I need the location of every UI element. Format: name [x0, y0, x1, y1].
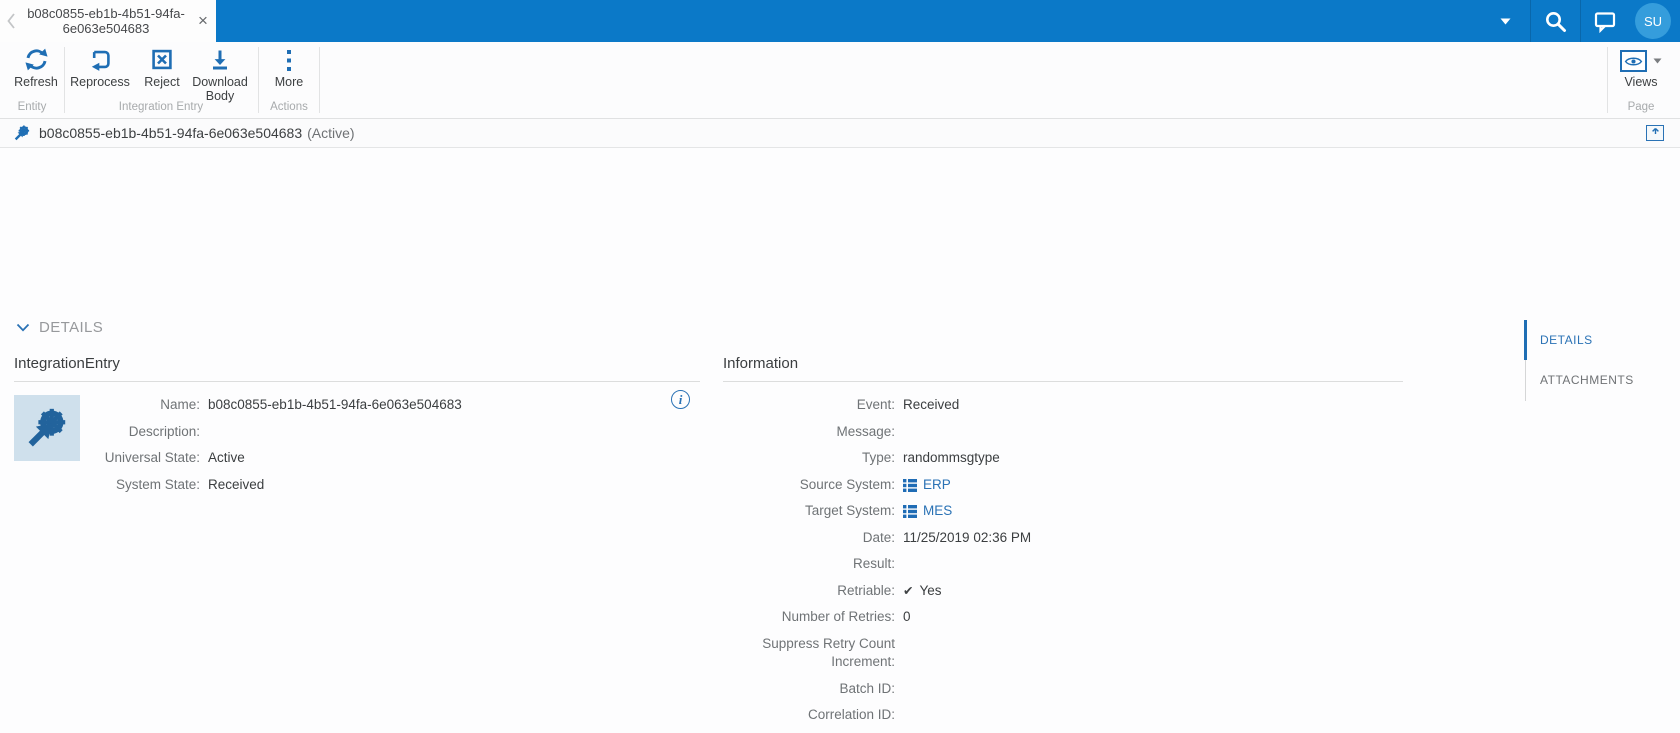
field-row: Result:	[852, 556, 895, 571]
field-row: Date: 11/25/2019 02:36 PM	[723, 529, 1403, 548]
field-row: Retriable: ✔ Yes	[723, 582, 1403, 601]
eye-icon	[1620, 50, 1647, 72]
field-value: Active	[208, 450, 245, 465]
field-value: 11/25/2019 02:36 PM	[903, 529, 1032, 545]
field-row: Batch ID:	[839, 680, 895, 696]
collapse-header-icon[interactable]	[1646, 125, 1664, 141]
toolbar-group-divider	[319, 47, 320, 113]
reject-button[interactable]: Reject	[136, 46, 188, 90]
entity-title: b08c0855-eb1b-4b51-94fa-6e063e504683	[39, 125, 303, 141]
check-icon: ✔	[903, 583, 914, 598]
field-row: Suppress Retry Count Increment:	[762, 635, 895, 670]
integration-entry-panel: IntegrationEntry Name: b08c0855-eb1b-4b5…	[14, 355, 700, 502]
integration-entry-icon	[13, 124, 31, 142]
information-panel: Information Event: Received Message: Typ…	[723, 355, 1403, 733]
field-value: 0	[903, 609, 911, 624]
caret-down-icon	[1500, 18, 1510, 24]
field-row: Type: randommsgtype	[723, 449, 1403, 468]
feedback-button[interactable]	[1580, 0, 1630, 42]
field-value: Received	[903, 397, 960, 412]
field-row: System State: Received	[92, 476, 700, 495]
details-section-toggle[interactable]: DETAILS	[16, 319, 103, 336]
field-row: Target System: MES	[723, 502, 1403, 521]
details-section-title: DETAILS	[39, 319, 104, 336]
group-caption-actions: Actions	[270, 101, 308, 113]
entity-tab[interactable]: b08c0855-eb1b-4b51-94fa-6e063e504683 ×	[0, 0, 216, 42]
entity-header-bar: b08c0855-eb1b-4b51-94fa-6e063e504683 (Ac…	[0, 119, 1680, 148]
download-body-button[interactable]: Download Body	[188, 46, 252, 103]
reprocess-button[interactable]: Reprocess	[64, 46, 136, 90]
field-value: randommsgtype	[903, 450, 1000, 465]
info-icon[interactable]: i	[671, 390, 690, 409]
group-caption-page: Page	[1627, 101, 1655, 113]
back-chevron-icon[interactable]	[0, 0, 22, 42]
chat-bubble-icon	[1594, 11, 1616, 33]
integration-entry-icon	[24, 405, 70, 451]
reject-icon	[150, 46, 174, 72]
panel-title: Information	[723, 355, 1403, 382]
field-value: b08c0855-eb1b-4b51-94fa-6e063e504683	[208, 397, 462, 412]
more-ellipsis-icon	[286, 46, 292, 72]
group-caption-entity: Entity	[17, 101, 47, 113]
chevron-down-icon	[16, 323, 30, 332]
system-list-icon	[903, 505, 917, 518]
more-button[interactable]: More	[259, 46, 319, 90]
active-section-indicator	[1524, 320, 1527, 360]
target-system-link[interactable]: MES	[923, 502, 952, 521]
group-caption-integration-entry: Integration Entry	[118, 101, 204, 113]
caret-down-icon[interactable]	[1653, 58, 1662, 64]
field-value: Received	[208, 476, 265, 492]
download-icon	[208, 46, 232, 72]
views-button[interactable]: Views	[1608, 46, 1674, 90]
top-app-bar: b08c0855-eb1b-4b51-94fa-6e063e504683 × S…	[0, 0, 1680, 42]
panel-title: IntegrationEntry	[14, 355, 700, 382]
system-list-icon	[903, 478, 917, 492]
field-row: Description:	[128, 423, 200, 439]
close-tab-icon[interactable]: ×	[190, 0, 216, 42]
ribbon-toolbar: Refresh Reprocess Reject Download Body M…	[0, 42, 1680, 119]
details-page: DETAILS IntegrationEntry Name: b08c0855-…	[0, 148, 1680, 722]
field-row: Correlation ID:	[807, 707, 895, 722]
field-row: Event: Received	[723, 396, 1403, 415]
search-icon	[1545, 11, 1566, 32]
field-row: Universal State: Active	[92, 449, 700, 468]
source-system-link[interactable]: ERP	[923, 476, 951, 495]
search-button[interactable]	[1530, 0, 1580, 42]
field-row: Name: b08c0855-eb1b-4b51-94fa-6e063e5046…	[92, 396, 700, 415]
tab-title: b08c0855-eb1b-4b51-94fa-6e063e504683	[27, 6, 185, 36]
field-row: Source System: ERP	[723, 476, 1403, 495]
field-row: Message:	[836, 423, 895, 439]
refresh-icon	[24, 46, 49, 72]
field-value: Yes	[919, 582, 942, 598]
field-row: Number of Retries: 0	[723, 608, 1403, 627]
rail-tab-attachments[interactable]: ATTACHMENTS	[1540, 360, 1680, 400]
user-avatar[interactable]: SU	[1635, 3, 1671, 39]
refresh-button[interactable]: Refresh	[8, 46, 64, 90]
entity-thumbnail	[14, 395, 80, 461]
reprocess-icon	[88, 46, 112, 72]
rail-tab-details[interactable]: DETAILS	[1540, 320, 1680, 360]
tabs-dropdown-button[interactable]	[1480, 0, 1530, 42]
entity-status: (Active)	[307, 125, 355, 141]
